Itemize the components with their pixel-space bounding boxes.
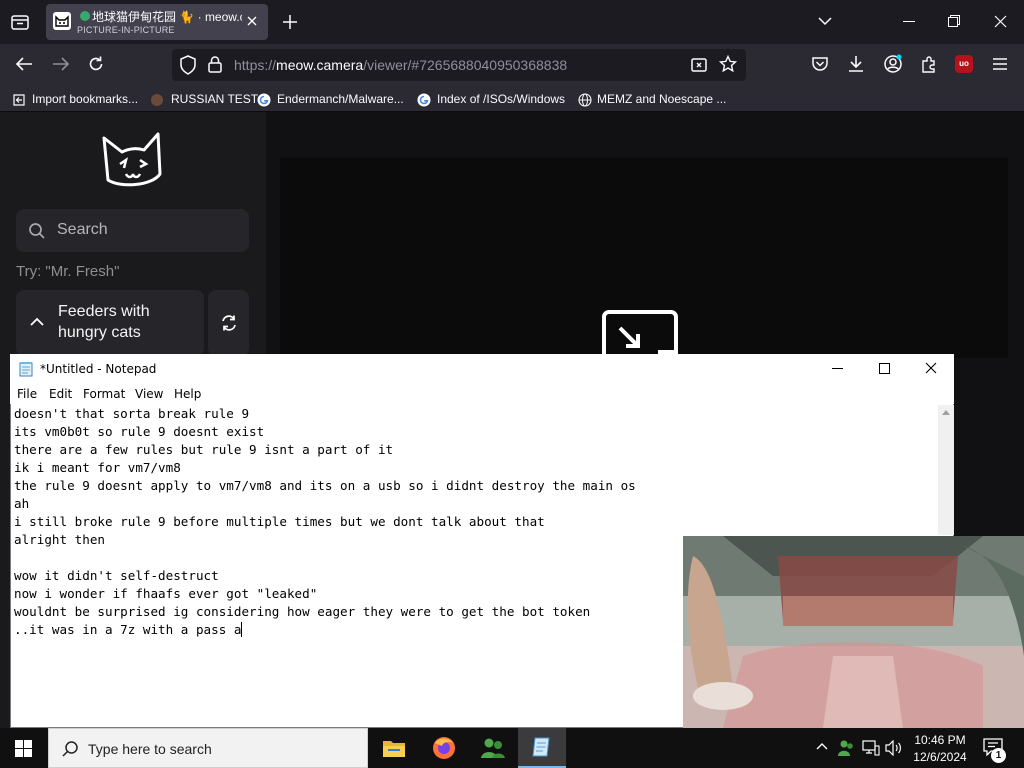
menu-help[interactable]: Help [174, 387, 201, 401]
bookmark-label: MEMZ and Noescape ... [597, 92, 727, 106]
back-icon[interactable] [15, 56, 33, 72]
menu-format[interactable]: Format [83, 387, 125, 401]
bookmark-russian-test[interactable]: RUSSIAN TEST [150, 92, 258, 108]
tab-meow-camera[interactable]: 地球猫伊甸花园 🐈 · meow.c PICTURE-IN-PICTURE [46, 4, 268, 40]
extensions-icon[interactable] [920, 55, 938, 73]
refresh-icon [222, 315, 236, 331]
people-app-icon[interactable] [480, 736, 506, 760]
text-line: there are a few rules but rule 9 isnt a … [14, 442, 394, 457]
cat-feeder-camera-frame [683, 536, 1024, 728]
bookmark-label: Index of /ISOs/Windows [437, 92, 566, 106]
google-icon [257, 93, 271, 107]
menu-view[interactable]: View [135, 387, 163, 401]
notepad-menubar: File Edit Format View Help [10, 384, 954, 404]
text-line: the rule 9 doesnt apply to vm7/vm8 and i… [14, 478, 636, 493]
search-placeholder: Search [57, 221, 108, 238]
bookmark-memz[interactable]: MEMZ and Noescape ... [578, 92, 728, 108]
taskbar-search-placeholder: Type here to search [88, 741, 212, 757]
refresh-feeders-button[interactable] [208, 290, 249, 356]
notepad-maximize-icon[interactable] [879, 363, 890, 374]
notepad-minimize-icon[interactable] [832, 368, 843, 369]
text-line: ah [14, 496, 30, 511]
notepad-taskbar-button[interactable] [518, 728, 566, 768]
minimize-icon[interactable] [903, 21, 915, 22]
notepad-title: *Untitled - Notepad [40, 362, 157, 376]
reader-view-icon[interactable] [691, 57, 707, 73]
feeders-toggle[interactable]: Feeders with hungry cats [16, 290, 204, 356]
lock-icon[interactable] [207, 55, 223, 73]
list-all-tabs-icon[interactable] [818, 16, 832, 26]
notepad-icon [532, 737, 550, 757]
live-dot-icon [80, 11, 90, 21]
notification-count-badge: 1 [991, 748, 1006, 763]
notepad-vertical-scrollbar[interactable] [938, 405, 954, 535]
notepad-titlebar[interactable]: *Untitled - Notepad [10, 354, 954, 384]
close-window-icon[interactable] [994, 15, 1007, 28]
bookmark-label: Import bookmarks... [32, 92, 139, 106]
bookmark-index-isos[interactable]: Index of /ISOs/Windows [417, 92, 569, 108]
scroll-up-icon[interactable] [942, 409, 950, 415]
text-line: ik i meant for vm7/vm8 [14, 460, 181, 475]
pocket-icon[interactable] [811, 55, 829, 73]
clock-time: 10:46 PM [914, 733, 966, 747]
tracking-protection-icon[interactable] [179, 55, 197, 75]
bookmark-import[interactable]: Import bookmarks... [12, 92, 152, 108]
site-search-input[interactable]: Search [16, 209, 249, 252]
bookmark-label: RUSSIAN TEST [171, 92, 259, 106]
tray-people-icon[interactable] [837, 739, 855, 757]
cat-favicon-icon [53, 12, 71, 30]
feeders-label: Feeders with hungry cats [58, 303, 150, 341]
picture-in-picture-active-icon[interactable] [602, 310, 678, 356]
globe-icon [578, 93, 592, 107]
notepad-close-icon[interactable] [925, 362, 937, 374]
import-icon [13, 94, 25, 106]
picture-in-picture-video[interactable] [683, 536, 1024, 728]
search-icon [29, 223, 45, 239]
close-tab-icon[interactable] [246, 15, 258, 27]
text-line: its vm0b0t so rule 9 doesnt exist [14, 424, 265, 439]
text-line: i still broke rule 9 before multiple tim… [14, 514, 545, 529]
show-hidden-icons-icon[interactable] [816, 742, 828, 750]
forward-icon[interactable] [52, 56, 70, 72]
site-logo-cat-icon[interactable] [100, 130, 166, 192]
menu-file[interactable]: File [17, 387, 37, 401]
tab-overview-icon[interactable] [10, 12, 30, 32]
chevron-up-icon [30, 317, 44, 326]
reload-icon[interactable] [87, 55, 105, 73]
app-menu-icon[interactable] [992, 57, 1008, 71]
ublock-origin-icon[interactable]: uo [955, 55, 973, 73]
search-hint: Try: "Mr. Fresh" [16, 263, 120, 280]
notepad-icon [19, 362, 33, 377]
file-explorer-icon[interactable] [382, 738, 406, 758]
favicon-icon [151, 94, 163, 106]
windows-start-icon[interactable] [15, 740, 32, 757]
tab-subtitle: PICTURE-IN-PICTURE [77, 25, 175, 35]
tab-title: 地球猫伊甸花园 🐈 · meow.c [92, 10, 242, 24]
restore-icon[interactable] [948, 15, 960, 27]
downloads-icon[interactable] [847, 55, 865, 73]
bookmark-star-icon[interactable] [719, 55, 737, 73]
menu-edit[interactable]: Edit [49, 387, 72, 401]
network-icon[interactable] [862, 740, 880, 756]
account-icon[interactable] [883, 54, 903, 74]
google-icon [417, 93, 431, 107]
taskbar-search-box[interactable]: Type here to search [48, 728, 368, 768]
text-line: doesn't that sorta break rule 9 [14, 406, 250, 421]
taskbar-clock[interactable]: 10:46 PM 12/6/2024 [908, 731, 972, 767]
clock-date: 12/6/2024 [913, 750, 967, 764]
bookmark-endermanch[interactable]: Endermanch/Malware... [257, 92, 409, 108]
bookmark-label: Endermanch/Malware... [277, 92, 404, 106]
firefox-icon[interactable] [431, 735, 457, 761]
text-cursor [241, 622, 243, 637]
new-tab-icon[interactable] [282, 14, 298, 30]
url-text[interactable]: https://meow.camera/viewer/#726568804095… [234, 57, 567, 73]
volume-icon[interactable] [885, 740, 903, 756]
search-icon [62, 741, 78, 757]
